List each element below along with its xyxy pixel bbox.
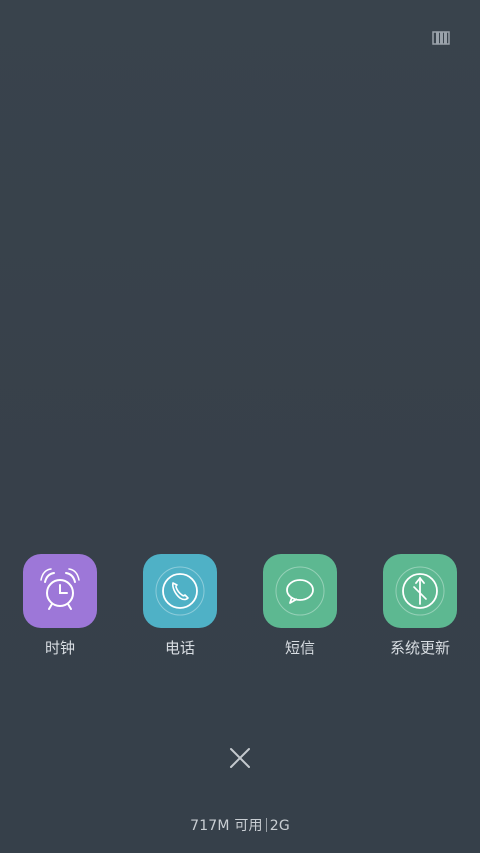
phone-icon bbox=[155, 566, 205, 616]
message-icon bbox=[275, 566, 325, 616]
app-messages-tile bbox=[263, 554, 337, 628]
app-messages[interactable]: 短信 bbox=[250, 554, 350, 658]
memory-status: 717M 可用 2G bbox=[0, 815, 480, 835]
close-icon bbox=[230, 748, 250, 768]
alarm-clock-icon bbox=[40, 568, 80, 610]
app-phone-label: 电话 bbox=[164, 639, 195, 657]
recent-layout-icon bbox=[432, 31, 450, 45]
layout-toggle-button[interactable] bbox=[430, 28, 452, 48]
app-clock-tile bbox=[23, 554, 97, 628]
app-system-update-tile bbox=[383, 554, 457, 628]
app-clock-label: 时钟 bbox=[44, 639, 75, 657]
app-system-update-label: 系统更新 bbox=[389, 639, 450, 657]
system-update-icon bbox=[395, 566, 445, 616]
memory-total: 2G bbox=[269, 818, 290, 834]
app-phone-tile bbox=[143, 554, 217, 628]
app-system-update[interactable]: 系统更新 bbox=[370, 554, 470, 658]
close-all-button[interactable] bbox=[228, 746, 252, 770]
memory-divider bbox=[265, 818, 267, 832]
app-clock[interactable]: 时钟 bbox=[10, 554, 110, 658]
recent-apps-row: 时钟 电话 短信 系统更新 bbox=[0, 554, 480, 664]
recent-apps-screen: 时钟 电话 短信 系统更新 717M 可用 2G bbox=[0, 0, 480, 853]
app-phone[interactable]: 电话 bbox=[130, 554, 230, 658]
app-messages-label: 短信 bbox=[284, 639, 315, 657]
memory-available: 717M 可用 bbox=[190, 818, 263, 834]
